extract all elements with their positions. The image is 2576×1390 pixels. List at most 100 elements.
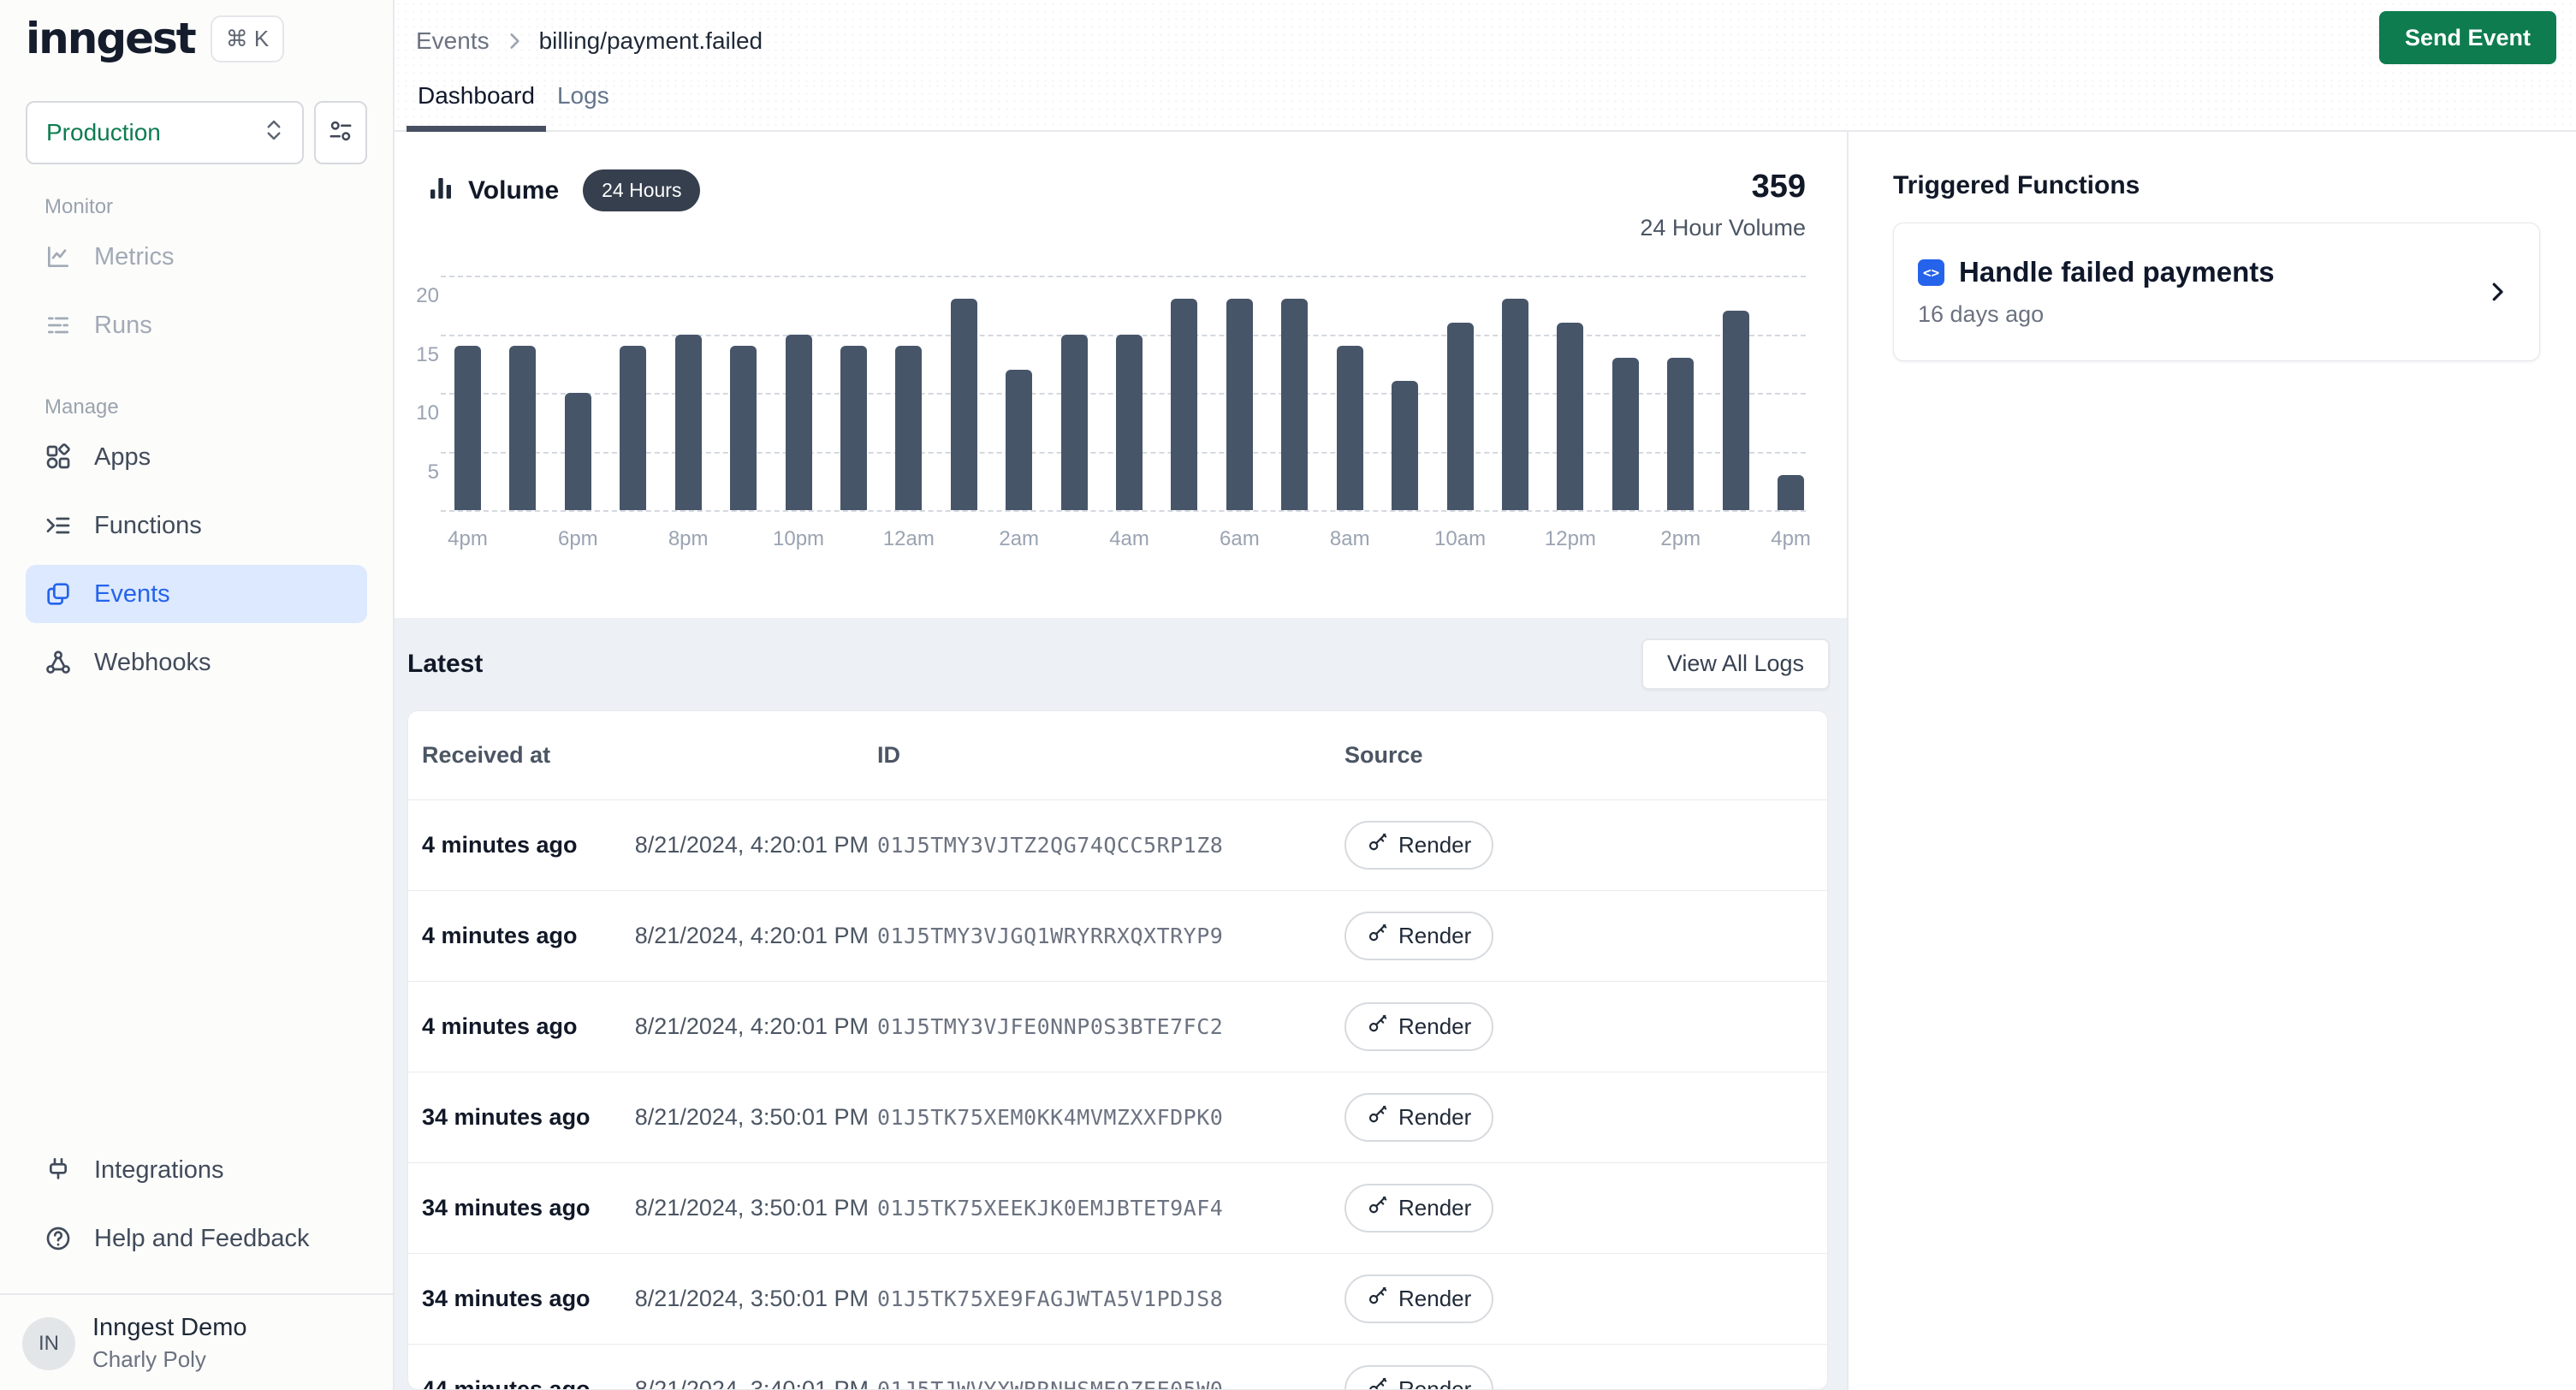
x-axis-tick-label: 4pm [448, 527, 488, 551]
sidebar-item-integrations[interactable]: Integrations [26, 1141, 367, 1199]
sidebar-item-events[interactable]: Events [26, 565, 367, 623]
chevrons-up-down-icon [261, 117, 287, 149]
chart-bar[interactable] [675, 335, 702, 511]
chart-bar[interactable] [786, 335, 812, 511]
chart-bar[interactable] [1116, 335, 1143, 511]
key-icon [1367, 1375, 1389, 1390]
chart-bar[interactable] [565, 393, 591, 510]
key-icon [1367, 1285, 1389, 1313]
sidebar-item-label: Metrics [94, 243, 174, 271]
chart-bar[interactable] [1502, 299, 1528, 510]
environment-select[interactable]: Production [26, 101, 304, 164]
chart-bar[interactable] [1612, 358, 1639, 510]
sidebar-item-label: Integrations [94, 1156, 224, 1185]
chart-bar[interactable] [1667, 358, 1694, 510]
table-row[interactable]: 44 minutes ago8/21/2024, 3:40:01 PM01J5T… [408, 1344, 1827, 1390]
sidebar-item-webhooks[interactable]: Webhooks [26, 633, 367, 692]
table-row[interactable]: 4 minutes ago8/21/2024, 4:20:01 PM01J5TM… [408, 799, 1827, 890]
x-axis-tick-label: 4pm [1771, 527, 1811, 551]
chart-bar[interactable] [840, 346, 867, 510]
source-cell: Render [1344, 1093, 1827, 1142]
chevron-right-icon [503, 30, 525, 52]
content-area: Volume 24 Hours 359 24 Hour Volume 20151… [395, 132, 2576, 1390]
received-at-cell: 34 minutes ago8/21/2024, 3:50:01 PM [422, 1195, 877, 1221]
received-at-cell: 44 minutes ago8/21/2024, 3:40:01 PM [422, 1376, 877, 1390]
environment-selected-label: Production [46, 119, 161, 146]
environment-settings-button[interactable] [314, 101, 367, 164]
relative-time: 4 minutes ago [422, 923, 578, 949]
sidebar-item-metrics[interactable]: Metrics [26, 228, 367, 286]
volume-total-value: 359 [1640, 169, 1806, 204]
chart-bar[interactable] [1447, 323, 1474, 510]
received-at-cell: 4 minutes ago8/21/2024, 4:20:01 PM [422, 1013, 877, 1040]
render-source-button[interactable]: Render [1344, 1365, 1493, 1390]
render-source-button[interactable]: Render [1344, 821, 1493, 870]
tab-logs[interactable]: Logs [546, 82, 620, 130]
user-account-button[interactable]: IN Inngest Demo Charly Poly [0, 1295, 393, 1390]
sidebar-item-functions[interactable]: Functions [26, 496, 367, 555]
chart-bar[interactable] [1392, 381, 1418, 510]
command-k-shortcut[interactable]: ⌘ K [211, 15, 285, 62]
chart-bar[interactable] [1171, 299, 1197, 510]
volume-total-label: 24 Hour Volume [1640, 215, 1806, 241]
events-icon [45, 580, 72, 608]
chart-bar[interactable] [730, 346, 757, 510]
render-source-button[interactable]: Render [1344, 1274, 1493, 1323]
chart-bar[interactable] [1723, 311, 1749, 510]
bar-chart-icon [427, 175, 454, 206]
table-row[interactable]: 34 minutes ago8/21/2024, 3:50:01 PM01J5T… [408, 1162, 1827, 1253]
triggered-functions-panel: Triggered Functions <> Handle failed pay… [1849, 132, 2576, 1390]
sidebar-item-help-and-feedback[interactable]: Help and Feedback [26, 1209, 367, 1268]
range-badge-24-hours[interactable]: 24 Hours [583, 169, 700, 211]
chart-bar[interactable] [1061, 335, 1088, 511]
relative-time: 44 minutes ago [422, 1376, 591, 1390]
volume-chart-section: Volume 24 Hours 359 24 Hour Volume 20151… [395, 132, 1847, 618]
webhooks-icon [45, 649, 72, 676]
chart-bar[interactable] [454, 346, 481, 510]
table-row[interactable]: 34 minutes ago8/21/2024, 3:50:01 PM01J5T… [408, 1072, 1827, 1162]
chart-bar[interactable] [1006, 370, 1032, 510]
source-cell: Render [1344, 1184, 1827, 1233]
latest-section: Latest View All Logs Received at ID Sour… [395, 618, 1847, 1390]
view-all-logs-button[interactable]: View All Logs [1641, 639, 1830, 690]
render-source-button[interactable]: Render [1344, 1002, 1493, 1051]
table-row[interactable]: 34 minutes ago8/21/2024, 3:50:01 PM01J5T… [408, 1253, 1827, 1344]
function-code-icon: <> [1918, 259, 1944, 286]
breadcrumb-events[interactable]: Events [416, 27, 490, 55]
chart-bar[interactable] [1778, 475, 1804, 510]
event-id: 01J5TMY3VJFE0NNP0S3BTE7FC2 [877, 1014, 1344, 1039]
chart-bar[interactable] [509, 346, 536, 510]
render-source-label: Render [1398, 1286, 1471, 1312]
render-source-label: Render [1398, 1195, 1471, 1221]
send-event-button[interactable]: Send Event [2379, 11, 2556, 64]
x-axis-tick-label: 10pm [773, 527, 824, 551]
chart-bar[interactable] [1557, 323, 1583, 510]
sidebar-item-label: Webhooks [94, 649, 211, 677]
sidebar-item-runs[interactable]: Runs [26, 296, 367, 354]
table-row[interactable]: 4 minutes ago8/21/2024, 4:20:01 PM01J5TM… [408, 890, 1827, 981]
table-row[interactable]: 4 minutes ago8/21/2024, 4:20:01 PM01J5TM… [408, 981, 1827, 1072]
chart-bar[interactable] [895, 346, 922, 510]
key-icon [1367, 1194, 1389, 1222]
relative-time: 34 minutes ago [422, 1195, 591, 1221]
function-card-handle-failed-payments[interactable]: <> Handle failed payments 16 days ago [1893, 223, 2540, 361]
render-source-button[interactable]: Render [1344, 1093, 1493, 1142]
chart-bar[interactable] [951, 299, 977, 510]
chart-bar[interactable] [1337, 346, 1363, 510]
render-source-button[interactable]: Render [1344, 912, 1493, 960]
timestamp: 8/21/2024, 4:20:01 PM [635, 832, 869, 858]
chevron-right-icon [2484, 279, 2510, 305]
sidebar-item-apps[interactable]: Apps [26, 428, 367, 486]
volume-header: Volume 24 Hours 359 24 Hour Volume [427, 169, 1806, 241]
sidebar-footer-nav: Integrations Help and Feedback [0, 1141, 393, 1278]
chart-bar[interactable] [620, 346, 646, 510]
render-source-label: Render [1398, 1104, 1471, 1131]
x-axis-tick-label: 8pm [668, 527, 709, 551]
render-source-button[interactable]: Render [1344, 1184, 1493, 1233]
tabs-bar: DashboardLogs [395, 82, 2576, 132]
tab-dashboard[interactable]: Dashboard [407, 82, 546, 130]
chart-bar[interactable] [1226, 299, 1253, 510]
chart-gridline [441, 276, 1806, 277]
chart-bar[interactable] [1281, 299, 1308, 510]
metrics-icon [45, 243, 72, 270]
